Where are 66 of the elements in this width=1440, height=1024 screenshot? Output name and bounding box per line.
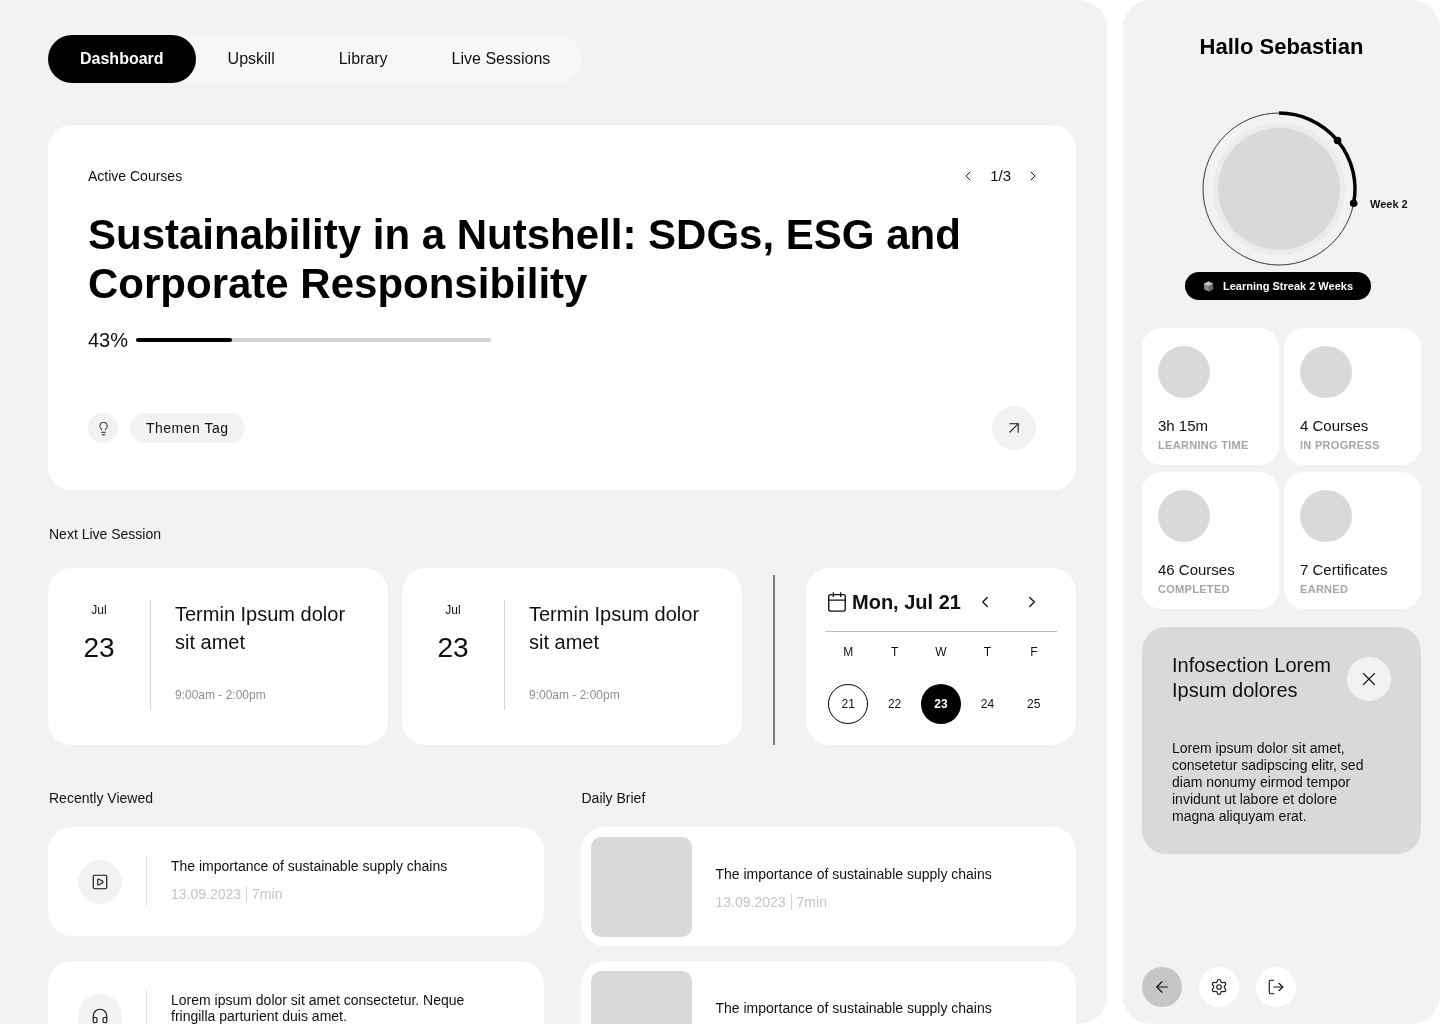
calendar-day[interactable]: 22 [874, 684, 915, 724]
weekday-label: F [1030, 644, 1038, 660]
item-date: 13.09.2023 [715, 893, 786, 912]
stat-value: 4 Courses [1300, 416, 1370, 436]
greeting: Hallo Sebastian [1199, 33, 1364, 61]
stat-label: EARNED [1300, 582, 1350, 596]
item-duration: 7min [252, 885, 283, 904]
lightbulb-icon [88, 413, 118, 443]
item-duration: 7min [796, 893, 827, 912]
course-title: Sustainability in a Nutshell: SDGs, ESG and Corporate Responsibility [88, 210, 962, 308]
calendar-date: Mon, Jul 21 [852, 590, 961, 614]
session-day: 23 [437, 632, 469, 664]
section-label: Recently Viewed [48, 789, 155, 808]
info-text: Lorem ipsum dolor sit amet, consetetur sadipscing elitr, sed diam nonumy eirmod tempor invidunt ut labore et dolore magna aliquyam erat. [1172, 740, 1365, 825]
session-time: 9:00am - 2:00pm [175, 687, 267, 703]
calendar-day[interactable]: 24 [967, 684, 1008, 724]
session-title: Termin Ipsum dolor sit amet [529, 602, 701, 655]
session-time: 9:00am - 2:00pm [529, 687, 621, 703]
topic-tag: Themen Tag [130, 413, 245, 443]
weekday-label: T [983, 644, 992, 660]
stat-label: IN PROGRESS [1300, 438, 1381, 452]
calendar-icon [826, 591, 848, 613]
recent-item-card[interactable]: The importance of sustainable supply chains 13.09.2023 7min [48, 827, 544, 936]
section-label: Active Courses [88, 167, 183, 186]
nav-tab[interactable]: Live Sessions [419, 35, 583, 83]
item-title: Lorem ipsum dolor sit amet consectetur. Neque fringilla parturient duis amet. [171, 992, 466, 1024]
stat-label: COMPLETED [1158, 582, 1231, 596]
settings-icon [1210, 978, 1228, 996]
session-month: Jul [91, 603, 107, 617]
session-card[interactable]: Jul 23 Termin Ipsum dolor sit amet 9:00am - 2:00pm [48, 568, 388, 745]
session-card[interactable]: Jul 23 Termin Ipsum dolor sit amet 9:00am - 2:00pm [402, 568, 742, 745]
nav-tab[interactable]: Upskill [195, 35, 307, 83]
nav-tab[interactable]: Library [306, 35, 420, 83]
logout-icon [1267, 978, 1285, 996]
settings-button[interactable] [1199, 967, 1239, 1007]
stat-value: 3h 15m [1158, 416, 1210, 436]
weekday-label: T [890, 644, 899, 660]
back-button[interactable] [1142, 967, 1182, 1007]
weekday-label: M [843, 644, 854, 660]
recent-item-card[interactable]: Lorem ipsum dolor sit amet consectetur. Neque fringilla parturient duis amet. [48, 961, 544, 1024]
brief-card[interactable]: The importance of sustainable supply chains [580, 961, 1076, 1024]
stat-value: 7 Certificates [1300, 560, 1389, 580]
weekday-label: W [935, 644, 947, 660]
info-title: Infosection Lorem Ipsum dolores [1172, 653, 1332, 703]
session-title: Termin Ipsum dolor sit amet [175, 602, 347, 655]
streak-text: Learning Streak 2 Weeks [1223, 278, 1353, 294]
section-label: Next Live Session [48, 525, 163, 544]
play-square-icon [78, 860, 122, 904]
progress-reading: 43% [88, 328, 129, 352]
calendar-day[interactable]: 23 [921, 684, 961, 724]
item-title: The importance of sustainable supply chains [715, 1000, 992, 1016]
week-label: Week 2 [1370, 198, 1408, 211]
item-date: 13.09.2023 [171, 885, 242, 904]
stat-value: 46 Courses [1158, 560, 1236, 580]
calendar-day[interactable]: 25 [1013, 684, 1054, 724]
session-month: Jul [445, 603, 461, 617]
stat-label: LEARNING TIME [1158, 438, 1250, 452]
pager-count: 1/3 [990, 166, 1011, 186]
item-title: The importance of sustainable supply chains [171, 858, 449, 874]
brief-card[interactable]: The importance of sustainable supply chains 13.09.2023 7min [580, 827, 1076, 946]
section-label: Daily Brief [580, 789, 647, 808]
nav-tab[interactable]: Dashboard [48, 35, 196, 83]
item-title: The importance of sustainable supply chains [715, 866, 992, 882]
session-day: 23 [83, 632, 115, 664]
cube-icon [1203, 280, 1214, 292]
logout-button[interactable] [1256, 967, 1296, 1007]
